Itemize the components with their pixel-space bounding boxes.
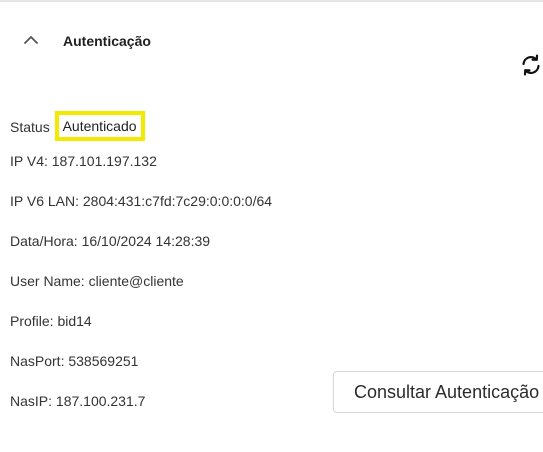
nasip-info: NasIP: 187.100.231.7 <box>10 393 146 409</box>
status-badge: Autenticado <box>54 111 145 141</box>
panel-header: Autenticação <box>0 22 543 62</box>
ipv4-info: IP V4: 187.101.197.132 <box>10 153 157 169</box>
top-divider <box>0 0 543 2</box>
consult-authentication-button[interactable]: Consultar Autenticação <box>333 371 543 413</box>
datetime-info: Data/Hora: 16/10/2024 14:28:39 <box>10 233 211 249</box>
status-label: Status <box>10 119 50 135</box>
ipv6-info: IP V6 LAN: 2804:431:c7fd:7c29:0:0:0:0/64 <box>10 193 273 209</box>
profile-info: Profile: bid14 <box>10 313 92 329</box>
username-info: User Name: cliente@cliente <box>10 273 184 289</box>
chevron-up-icon[interactable] <box>18 26 46 54</box>
panel-title: Autenticação <box>63 33 151 49</box>
authentication-panel: Autenticação Status Autenticado IP V4: 1… <box>0 0 543 452</box>
refresh-icon[interactable] <box>519 53 543 77</box>
nasport-info: NasPort: 538569251 <box>10 353 139 369</box>
status-row: Status Autenticado <box>10 111 145 142</box>
